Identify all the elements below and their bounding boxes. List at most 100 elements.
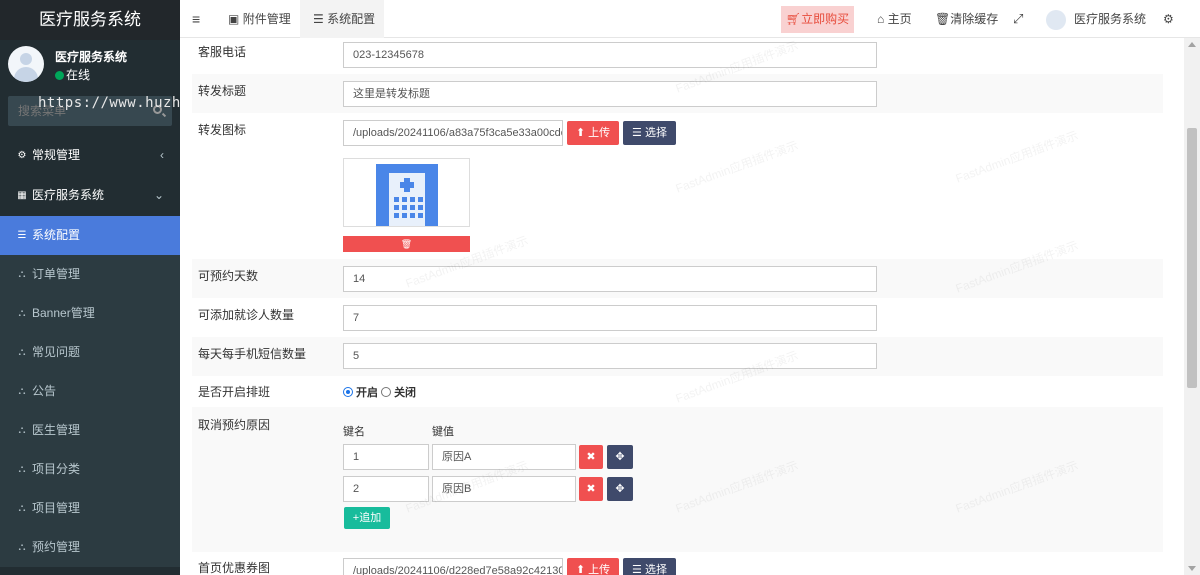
- chevron-down-icon: ⌄: [153, 188, 164, 202]
- reason-value-input[interactable]: 原因A: [432, 444, 576, 470]
- coupon-select-button[interactable]: ☰ 选择: [623, 558, 676, 575]
- row-patient-count: 可添加就诊人数量 7: [192, 298, 1163, 337]
- online-dot-icon: [55, 71, 64, 80]
- close-icon: ✖: [586, 451, 596, 463]
- patient-count-label: 可添加就诊人数量: [198, 308, 295, 322]
- sidebar: 医疗服务系统 医疗服务系统 在线 https://www.huzhan.com/…: [0, 0, 332, 575]
- cart-icon: 🛒︎: [785, 12, 802, 26]
- radio-unchecked-icon: [381, 387, 392, 397]
- scrollbar-thumb[interactable]: [1187, 128, 1197, 388]
- sidebar-item-categories[interactable]: ⛬ 项目分类: [0, 450, 180, 489]
- sidebar-item-config[interactable]: ☰ 系统配置: [0, 216, 180, 255]
- upload-button[interactable]: ⬆ 上传: [567, 121, 619, 145]
- sidebar-item-projects[interactable]: ⛬ 项目管理: [0, 489, 180, 528]
- upload-icon: ⬆: [575, 127, 586, 139]
- sms-count-label: 每天每手机短信数量: [198, 347, 307, 361]
- sitemap-icon: ⛬: [18, 347, 26, 358]
- config-form: 客服电话 023-12345678 转发标题 这里是转发标题 转发图标 /upl…: [192, 38, 1163, 575]
- share-title-label: 转发标题: [198, 84, 247, 98]
- key-header: 键名: [343, 426, 365, 438]
- share-title-input[interactable]: 这里是转发标题: [343, 81, 877, 107]
- row-cancel-reason: 取消预约原因 键名 键值 1 原因A ✖ ✥ 2 原因B ✖ ✥ +追加: [192, 407, 1163, 552]
- coupon-path-input[interactable]: /uploads/20241106/d228ed7e58a92c42130fb: [343, 558, 563, 575]
- sitemap-icon: ⛬: [18, 308, 26, 319]
- coupon-upload-button[interactable]: ⬆ 上传: [567, 558, 619, 575]
- row-bookable-days: 可预约天数 14: [192, 259, 1163, 298]
- move-icon: ✥: [615, 483, 625, 495]
- delete-image-button[interactable]: 🗑︎: [343, 236, 470, 252]
- sidebar-item-banner[interactable]: ⛬ Banner管理: [0, 294, 180, 333]
- top-navbar: ≡ ▣ 附件管理 ☰ 系统配置 🛒︎立即购买 ⌂ 主页 🗑︎清除缓存 ⤢ 医疗服…: [180, 0, 1200, 38]
- buy-button[interactable]: 🛒︎立即购买: [781, 6, 854, 33]
- scroll-down-icon[interactable]: [1188, 566, 1196, 571]
- radio-checked-icon: [343, 387, 353, 397]
- user-panel: 医疗服务系统 在线: [0, 40, 180, 90]
- hospital-image: [376, 164, 438, 226]
- sidebar-item-faq[interactable]: ⛬ 常见问题: [0, 333, 180, 372]
- table-icon: ▦: [17, 190, 27, 201]
- user-menu[interactable]: 医疗服务系统: [1074, 0, 1146, 38]
- sidebar-item-general[interactable]: ⚙ 常规管理 ‹: [0, 136, 180, 175]
- value-header: 键值: [432, 426, 454, 438]
- bookable-days-label: 可预约天数: [198, 269, 259, 283]
- move-icon: ✥: [615, 451, 625, 463]
- patient-count-input[interactable]: 7: [343, 305, 877, 331]
- service-phone-input[interactable]: 023-12345678: [343, 42, 877, 68]
- sidebar-item-notice[interactable]: ⛬ 公告: [0, 372, 180, 411]
- avatar: [8, 46, 44, 82]
- row-share-icon: 转发图标 /uploads/20241106/a83a75f3ca5e33a00…: [192, 113, 1163, 259]
- row-coupon: 首页优惠券图 /uploads/20241106/d228ed7e58a92c4…: [192, 552, 1163, 575]
- sidebar-item-orders[interactable]: ⛬ 订单管理: [0, 255, 180, 294]
- upload-icon: ⬆: [575, 564, 586, 575]
- remove-row-button[interactable]: ✖: [579, 445, 603, 469]
- share-icon-path-input[interactable]: /uploads/20241106/a83a75f3ca5e33a00cdec: [343, 120, 563, 146]
- main-content: 客服电话 023-12345678 转发标题 这里是转发标题 转发图标 /upl…: [180, 38, 1184, 575]
- share-icon-label: 转发图标: [198, 123, 247, 137]
- user-avatar[interactable]: [1046, 10, 1066, 30]
- row-sms-count: 每天每手机短信数量 5: [192, 337, 1163, 376]
- schedule-radio-group: 开启 关闭: [343, 384, 416, 400]
- sidebar-item-medical[interactable]: ▦ 医疗服务系统 ⌄: [0, 176, 180, 215]
- cancel-reason-label: 取消预约原因: [198, 418, 271, 432]
- reason-key-input[interactable]: 1: [343, 444, 429, 470]
- scroll-up-icon[interactable]: [1188, 42, 1196, 47]
- cogs-icon: ⚙: [17, 150, 27, 161]
- sliders-icon: ☰: [313, 12, 324, 26]
- drag-row-button[interactable]: ✥: [607, 445, 633, 469]
- sidebar-item-doctors[interactable]: ⛬ 医生管理: [0, 411, 180, 450]
- share-icon-preview[interactable]: [343, 158, 470, 227]
- scrollbar[interactable]: [1184, 38, 1200, 575]
- home-icon: ⌂: [877, 12, 885, 26]
- sidebar-item-appointments[interactable]: ⛬ 预约管理: [0, 528, 180, 567]
- row-service-phone: 客服电话 023-12345678: [192, 38, 1163, 74]
- home-link[interactable]: ⌂ 主页: [877, 0, 912, 38]
- trash-icon: 🗑︎: [400, 239, 413, 249]
- clear-cache-button[interactable]: 🗑︎清除缓存: [935, 0, 998, 38]
- list-icon: ☰: [632, 564, 642, 575]
- tab-config[interactable]: ☰ 系统配置: [300, 0, 384, 38]
- sms-count-input[interactable]: 5: [343, 343, 877, 369]
- menu-toggle-icon[interactable]: ≡: [192, 0, 200, 38]
- sitemap-icon: ⛬: [18, 386, 26, 397]
- schedule-on-radio[interactable]: 开启: [343, 387, 378, 399]
- row-schedule: 是否开启排班 开启 关闭: [192, 376, 1163, 407]
- reason-key-input[interactable]: 2: [343, 476, 429, 502]
- sitemap-icon: ⛬: [18, 503, 26, 514]
- reason-value-input[interactable]: 原因B: [432, 476, 576, 502]
- user-status: 在线: [55, 66, 90, 83]
- image-icon: ▣: [228, 12, 240, 26]
- tab-attachments[interactable]: ▣ 附件管理: [218, 0, 301, 38]
- select-button[interactable]: ☰ 选择: [623, 121, 676, 145]
- service-phone-label: 客服电话: [198, 45, 247, 59]
- fullscreen-icon[interactable]: ⤢: [1013, 0, 1023, 38]
- sitemap-icon: ⛬: [18, 464, 26, 475]
- app-logo[interactable]: 医疗服务系统: [0, 0, 180, 40]
- remove-row-button[interactable]: ✖: [579, 477, 603, 501]
- schedule-off-radio[interactable]: 关闭: [381, 387, 416, 399]
- add-row-button[interactable]: +追加: [344, 507, 390, 529]
- sitemap-icon: ⛬: [18, 542, 26, 553]
- drag-row-button[interactable]: ✥: [607, 477, 633, 501]
- settings-icon[interactable]: ⚙: [1163, 0, 1174, 38]
- bookable-days-input[interactable]: 14: [343, 266, 877, 292]
- trash-icon: 🗑︎: [935, 12, 951, 26]
